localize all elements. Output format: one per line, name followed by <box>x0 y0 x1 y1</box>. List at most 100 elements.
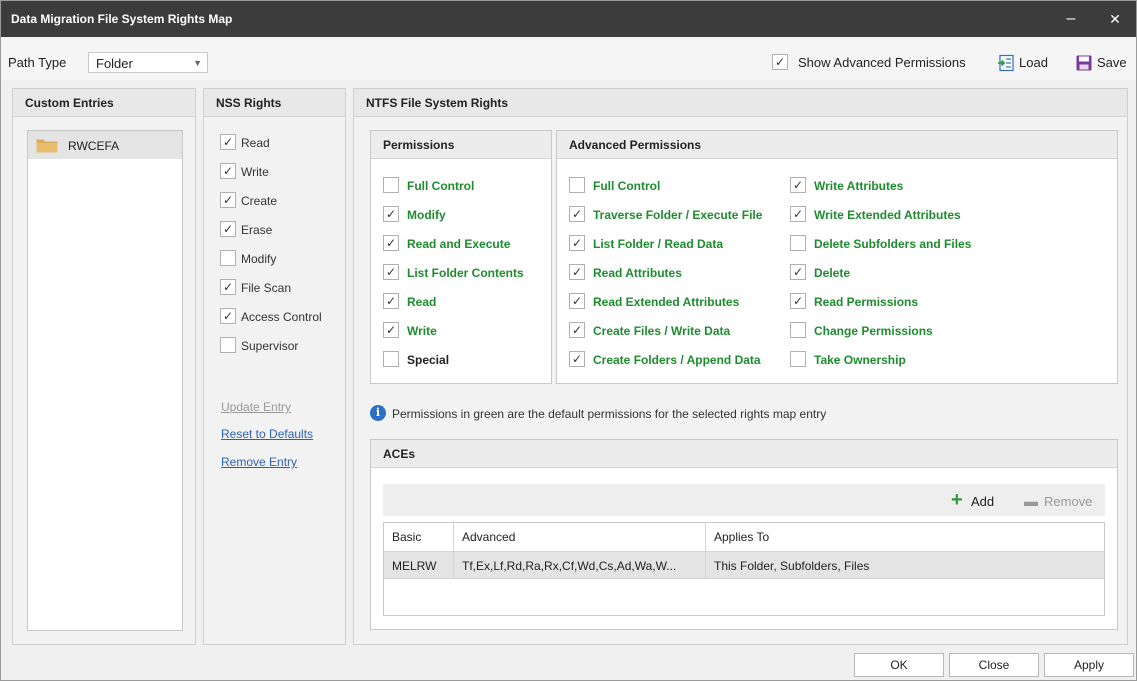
adv-label: Change Permissions <box>814 324 933 338</box>
adv-checkbox-read-permissions[interactable]: ✓ <box>790 293 806 309</box>
permissions-group: Permissions Full Control ✓ Modify ✓ Read a… <box>370 130 552 384</box>
nss-checkbox-modify[interactable] <box>220 250 236 266</box>
perm-checkbox-write[interactable]: ✓ <box>383 322 399 338</box>
perm-checkbox-full-control[interactable] <box>383 177 399 193</box>
path-type-value: Folder <box>96 56 133 71</box>
adv-label: Read Permissions <box>814 295 919 309</box>
save-button[interactable]: Save <box>1075 54 1131 74</box>
permissions-header: Permissions <box>371 131 551 159</box>
adv-checkbox-traverse-folder[interactable]: ✓ <box>569 206 585 222</box>
nss-checkbox-file-scan[interactable]: ✓ <box>220 279 236 295</box>
aces-table: Basic Advanced Applies To MELRW Tf,Ex,Lf… <box>383 522 1105 616</box>
load-icon <box>998 54 1014 72</box>
remove-label: Remove <box>1044 494 1093 509</box>
aces-header: ACEs <box>371 440 1117 468</box>
adv-label: Full Control <box>593 179 661 193</box>
nss-checkbox-write[interactable]: ✓ <box>220 163 236 179</box>
column-header-basic[interactable]: Basic <box>384 523 454 551</box>
perm-checkbox-special[interactable] <box>383 351 399 367</box>
adv-label: Read Attributes <box>593 266 682 280</box>
table-row[interactable]: MELRW Tf,Ex,Lf,Rd,Ra,Rx,Cf,Wd,Cs,Ad,Wa,W… <box>384 552 1104 579</box>
window-title: Data Migration File System Rights Map <box>11 12 233 26</box>
aces-group: ACEs + Add ▬ Remove Basic Advanced Appli… <box>370 439 1118 630</box>
perm-checkbox-read[interactable]: ✓ <box>383 293 399 309</box>
plus-icon: + <box>951 489 963 511</box>
adv-checkbox-full-control[interactable] <box>569 177 585 193</box>
adv-checkbox-list-folder[interactable]: ✓ <box>569 235 585 251</box>
minimize-button[interactable]: – <box>1051 1 1091 37</box>
adv-checkbox-write-extended-attributes[interactable]: ✓ <box>790 206 806 222</box>
nss-checkbox-supervisor[interactable] <box>220 337 236 353</box>
list-item[interactable]: RWCEFA <box>28 131 182 159</box>
nss-right-label: Modify <box>241 252 277 266</box>
adv-checkbox-delete-subfolders[interactable] <box>790 235 806 251</box>
adv-label: Traverse Folder / Execute File <box>593 208 763 222</box>
nss-right-label: Supervisor <box>241 339 299 353</box>
adv-checkbox-change-permissions[interactable] <box>790 322 806 338</box>
close-button[interactable]: Close <box>949 653 1039 677</box>
nss-checkbox-access-control[interactable]: ✓ <box>220 308 236 324</box>
toolbar: Path Type Folder ▼ ✓ Show Advanced Permi… <box>1 38 1136 80</box>
add-label: Add <box>971 494 995 509</box>
path-type-select[interactable]: Folder ▼ <box>88 52 208 73</box>
adv-checkbox-take-ownership[interactable] <box>790 351 806 367</box>
minus-icon: ▬ <box>1024 493 1038 509</box>
adv-checkbox-create-folders[interactable]: ✓ <box>569 351 585 367</box>
rights-map-window: Data Migration File System Rights Map – … <box>0 0 1137 681</box>
adv-checkbox-read-extended-attributes[interactable]: ✓ <box>569 293 585 309</box>
nss-checkbox-erase[interactable]: ✓ <box>220 221 236 237</box>
adv-label: Read Extended Attributes <box>593 295 740 309</box>
ntfs-rights-header: NTFS File System Rights <box>354 89 1127 117</box>
chevron-down-icon: ▼ <box>193 58 202 68</box>
ntfs-rights-panel: NTFS File System Rights Permissions Full… <box>353 88 1128 645</box>
reset-defaults-link[interactable]: Reset to Defaults <box>221 427 313 441</box>
update-entry-link[interactable]: Update Entry <box>221 400 291 414</box>
column-header-applies-to[interactable]: Applies To <box>706 523 1104 551</box>
advanced-permissions-group: Advanced Permissions Full Control ✓ Trave… <box>556 130 1118 384</box>
perm-label: Read <box>407 295 437 309</box>
nss-right-label: Erase <box>241 223 273 237</box>
adv-checkbox-delete[interactable]: ✓ <box>790 264 806 280</box>
perm-checkbox-read-execute[interactable]: ✓ <box>383 235 399 251</box>
apply-button[interactable]: Apply <box>1044 653 1134 677</box>
cell-basic: MELRW <box>384 552 454 578</box>
perm-checkbox-modify[interactable]: ✓ <box>383 206 399 222</box>
perm-label: Special <box>407 353 450 367</box>
nss-checkbox-create[interactable]: ✓ <box>220 192 236 208</box>
perm-label: List Folder Contents <box>407 266 524 280</box>
adv-checkbox-read-attributes[interactable]: ✓ <box>569 264 585 280</box>
ok-button[interactable]: OK <box>854 653 944 677</box>
folder-icon <box>36 139 58 153</box>
show-advanced-label: Show Advanced Permissions <box>798 55 966 70</box>
advanced-permissions-header: Advanced Permissions <box>557 131 1117 159</box>
adv-checkbox-create-files[interactable]: ✓ <box>569 322 585 338</box>
nss-rights-panel: NSS Rights ✓ Read ✓ Write ✓ Create ✓ Erase M… <box>203 88 346 645</box>
adv-label: Write Extended Attributes <box>814 208 961 222</box>
custom-entries-header: Custom Entries <box>13 89 195 117</box>
perm-label: Read and Execute <box>407 237 511 251</box>
close-window-button[interactable]: ✕ <box>1095 1 1135 37</box>
adv-checkbox-write-attributes[interactable]: ✓ <box>790 177 806 193</box>
adv-label: Create Files / Write Data <box>593 324 731 338</box>
adv-label: Delete <box>814 266 851 280</box>
perm-label: Full Control <box>407 179 475 193</box>
adv-label: Delete Subfolders and Files <box>814 237 972 251</box>
remove-entry-link[interactable]: Remove Entry <box>221 455 297 469</box>
nss-right-label: Read <box>241 136 270 150</box>
cell-advanced: Tf,Ex,Lf,Rd,Ra,Rx,Cf,Wd,Cs,Ad,Wa,W... <box>454 552 706 578</box>
info-text: Permissions in green are the default per… <box>392 407 827 421</box>
save-label: Save <box>1097 55 1127 70</box>
list-item-label: RWCEFA <box>68 139 120 153</box>
column-header-advanced[interactable]: Advanced <box>454 523 706 551</box>
cell-applies-to: This Folder, Subfolders, Files <box>714 559 870 573</box>
title-bar: Data Migration File System Rights Map – … <box>1 1 1136 37</box>
nss-right-label: Access Control <box>241 310 322 324</box>
show-advanced-checkbox[interactable]: ✓ <box>772 54 788 70</box>
load-button[interactable]: Load <box>997 54 1057 74</box>
perm-checkbox-list-folder-contents[interactable]: ✓ <box>383 264 399 280</box>
adv-label: List Folder / Read Data <box>593 237 724 251</box>
nss-checkbox-read[interactable]: ✓ <box>220 134 236 150</box>
nss-right-label: Create <box>241 194 278 208</box>
perm-label: Modify <box>407 208 446 222</box>
nss-right-label: Write <box>241 165 269 179</box>
